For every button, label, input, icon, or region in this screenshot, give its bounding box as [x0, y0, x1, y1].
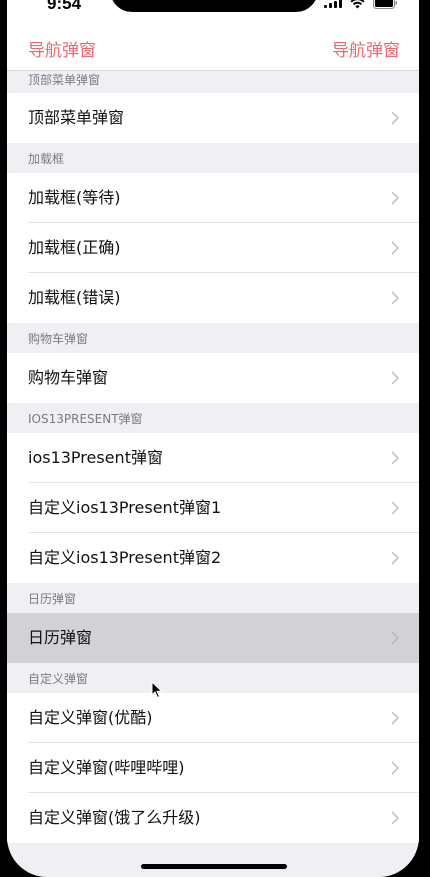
row-label: ios13Present弹窗	[28, 448, 163, 467]
row-label: 自定义ios13Present弹窗2	[28, 548, 222, 567]
list-row-top-menu[interactable]: 顶部菜单弹窗	[7, 93, 419, 143]
chevron-right-icon	[391, 631, 399, 645]
navigation-bar: 导航弹窗 导航弹窗	[7, 20, 419, 71]
section-header-loading: 加载框	[7, 143, 419, 173]
battery-icon	[373, 0, 397, 9]
chevron-right-icon	[391, 501, 399, 515]
section-header-custom: 自定义弹窗	[7, 663, 419, 693]
chevron-right-icon	[391, 711, 399, 725]
home-indicator[interactable]	[141, 864, 287, 869]
list-row-cart[interactable]: 购物车弹窗	[7, 353, 419, 403]
chevron-right-icon	[391, 191, 399, 205]
list-row-custom-ios13-1[interactable]: 自定义ios13Present弹窗1	[7, 483, 419, 533]
wifi-icon	[350, 0, 365, 9]
section-header-ios13: IOS13PRESENT弹窗	[7, 403, 419, 433]
list-row-custom-ios13-2[interactable]: 自定义ios13Present弹窗2	[7, 533, 419, 583]
row-label: 加载框(正确)	[28, 238, 121, 257]
row-label: 自定义弹窗(优酷)	[28, 708, 153, 727]
nav-left-button[interactable]: 导航弹窗	[28, 36, 96, 61]
section-header-calendar: 日历弹窗	[7, 583, 419, 613]
cellular-signal-icon	[324, 0, 342, 8]
row-label: 加载框(等待)	[28, 188, 121, 207]
chevron-right-icon	[391, 811, 399, 825]
nav-right-button[interactable]: 导航弹窗	[332, 36, 400, 61]
app-screen: 9:54 导航弹窗 导航弹窗 顶部菜单弹窗 顶部菜单弹窗 加载框 加载框(等待)…	[7, 0, 419, 877]
row-label: 自定义弹窗(哔哩哔哩)	[28, 758, 185, 777]
cursor-arrow-icon	[151, 681, 163, 699]
list-row-loading-error[interactable]: 加载框(错误)	[7, 273, 419, 323]
chevron-right-icon	[391, 761, 399, 775]
row-label: 自定义弹窗(饿了么升级)	[28, 808, 201, 827]
row-label: 加载框(错误)	[28, 288, 121, 307]
chevron-right-icon	[391, 111, 399, 125]
popup-list: 顶部菜单弹窗 顶部菜单弹窗 加载框 加载框(等待) 加载框(正确) 加载框(错误…	[7, 71, 419, 843]
list-row-custom-bilibili[interactable]: 自定义弹窗(哔哩哔哩)	[7, 743, 419, 793]
device-frame: 9:54 导航弹窗 导航弹窗 顶部菜单弹窗 顶部菜单弹窗 加载框 加载框(等待)…	[0, 0, 430, 877]
list-row-loading-success[interactable]: 加载框(正确)	[7, 223, 419, 273]
row-label: 自定义ios13Present弹窗1	[28, 498, 222, 517]
chevron-right-icon	[391, 371, 399, 385]
chevron-right-icon	[391, 291, 399, 305]
list-row-custom-youku[interactable]: 自定义弹窗(优酷)	[7, 693, 419, 743]
list-row-ios13-present[interactable]: ios13Present弹窗	[7, 433, 419, 483]
list-row-custom-eleme[interactable]: 自定义弹窗(饿了么升级)	[7, 793, 419, 843]
row-label: 日历弹窗	[28, 628, 93, 647]
status-icons	[324, 0, 397, 9]
row-label: 顶部菜单弹窗	[28, 108, 125, 127]
device-notch	[110, 0, 318, 12]
section-header-cart: 购物车弹窗	[7, 323, 419, 353]
chevron-right-icon	[391, 451, 399, 465]
chevron-right-icon	[391, 551, 399, 565]
status-time: 9:54	[47, 0, 82, 13]
chevron-right-icon	[391, 241, 399, 255]
list-row-calendar[interactable]: 日历弹窗	[7, 613, 419, 663]
list-row-loading-wait[interactable]: 加载框(等待)	[7, 173, 419, 223]
row-label: 购物车弹窗	[28, 368, 109, 387]
section-header-top-menu: 顶部菜单弹窗	[7, 71, 419, 93]
status-bar: 9:54	[7, 0, 419, 20]
